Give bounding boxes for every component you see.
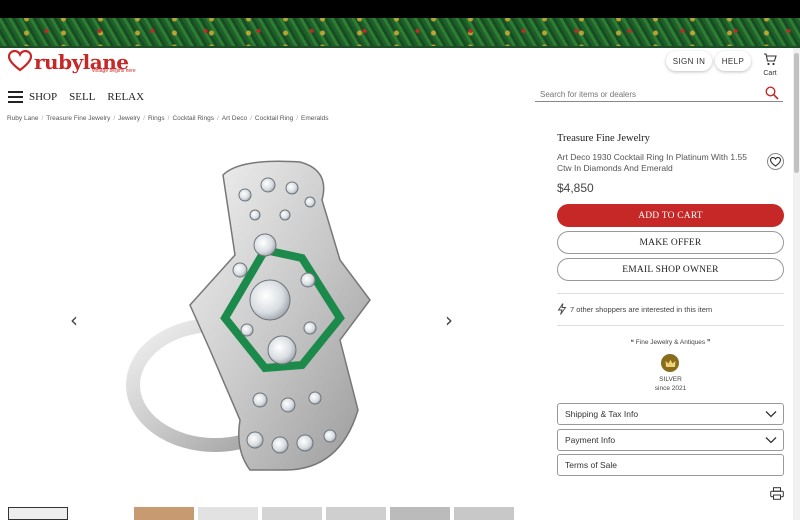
page-scrollbar[interactable]	[793, 48, 800, 520]
chevron-down-icon	[765, 437, 777, 444]
search-input[interactable]	[535, 86, 755, 99]
gallery-prev-chevron-left-icon[interactable]: ‹	[70, 310, 78, 330]
breadcrumb-item[interactable]: Cocktail Rings	[172, 115, 214, 122]
heart-icon	[770, 156, 781, 167]
lightning-icon	[557, 303, 567, 315]
shop-since: since 2021	[654, 385, 687, 392]
nav-shop[interactable]: SHOP	[29, 91, 57, 103]
accordion-label: Shipping & Tax Info	[565, 409, 639, 419]
silver-level-crown-icon	[661, 354, 679, 372]
breadcrumb: Ruby Lane / Treasure Fine Jewelry / Jewelr…	[7, 115, 328, 122]
breadcrumb-item[interactable]: Ruby Lane	[7, 115, 38, 122]
breadcrumb-item[interactable]: Rings	[148, 115, 165, 122]
nav-sell[interactable]: SELL	[69, 91, 95, 103]
breadcrumb-item[interactable]: Art Deco	[222, 115, 247, 122]
thumbnail[interactable]	[326, 507, 386, 520]
print-icon[interactable]	[770, 487, 784, 500]
breadcrumb-separator: /	[216, 115, 219, 122]
breadcrumb-item[interactable]: Treasure Fine Jewelry	[46, 115, 110, 122]
breadcrumb-separator: /	[296, 115, 299, 122]
thumbnail[interactable]	[454, 507, 514, 520]
nav-relax[interactable]: RELAX	[107, 91, 144, 103]
shop-level-label: SILVER	[659, 376, 682, 383]
thumbnail-selected[interactable]	[8, 507, 68, 520]
cart-button[interactable]: Cart	[760, 53, 780, 77]
divider	[557, 293, 784, 294]
rubylane-logo[interactable]: rubylane vintage begins here	[8, 50, 138, 80]
breadcrumb-item[interactable]: Jewelry	[118, 115, 140, 122]
divider	[557, 325, 784, 326]
thumbnail[interactable]	[262, 507, 322, 520]
email-shop-owner-button[interactable]: EMAIL SHOP OWNER	[557, 258, 784, 281]
logo-tagline: vintage begins here	[92, 68, 136, 74]
accordion-label: Payment Info	[565, 435, 616, 445]
shop-level: SILVER since 2021	[557, 375, 784, 393]
cart-icon	[764, 53, 777, 66]
payment-info-accordion[interactable]: Payment Info	[557, 429, 784, 451]
main-nav: SHOP SELL RELAX	[8, 91, 156, 103]
accordion-label: Terms of Sale	[565, 460, 617, 470]
seller-name[interactable]: Treasure Fine Jewelry	[557, 133, 650, 144]
breadcrumb-separator: /	[113, 115, 116, 122]
breadcrumb-item[interactable]: Cocktail Ring	[255, 115, 293, 122]
sign-in-button[interactable]: SIGN IN	[666, 51, 712, 71]
interest-notice: 7 other shoppers are interested in this …	[557, 303, 712, 315]
thumbnail[interactable]	[198, 507, 258, 520]
help-button[interactable]: HELP	[715, 51, 751, 71]
heart-logo-icon	[8, 50, 32, 72]
holiday-garland-banner	[0, 18, 800, 48]
scrollbar-thumb[interactable]	[794, 53, 799, 173]
product-image-ring[interactable]	[40, 140, 500, 490]
breadcrumb-separator: /	[41, 115, 44, 122]
chevron-down-icon	[765, 411, 777, 418]
garland-berries	[0, 18, 800, 46]
favorite-button[interactable]	[767, 153, 784, 170]
item-price: $4,850	[557, 181, 594, 195]
breadcrumb-separator: /	[250, 115, 252, 122]
terms-of-sale-link[interactable]: Terms of Sale	[557, 454, 784, 476]
cart-label: Cart	[763, 70, 777, 77]
shop-name[interactable]: ❝ Fine Jewelry & Antiques ❞	[557, 338, 784, 346]
add-to-cart-button[interactable]: ADD TO CART	[557, 204, 784, 227]
browser-top-bar	[0, 0, 800, 18]
make-offer-button[interactable]: MAKE OFFER	[557, 231, 784, 254]
search-bar	[535, 84, 783, 102]
breadcrumb-item[interactable]: Emeralds	[301, 115, 328, 122]
gallery-next-chevron-right-icon[interactable]: ›	[445, 310, 453, 330]
shipping-tax-accordion[interactable]: Shipping & Tax Info	[557, 403, 784, 425]
hamburger-menu-icon[interactable]	[8, 91, 23, 103]
thumbnail[interactable]	[134, 507, 194, 520]
search-icon[interactable]	[765, 86, 779, 100]
breadcrumb-separator: /	[167, 115, 170, 122]
breadcrumb-separator: /	[143, 115, 145, 122]
thumbnail[interactable]	[390, 507, 450, 520]
thumbnail-strip	[8, 507, 518, 520]
interest-text: 7 other shoppers are interested in this …	[570, 304, 713, 314]
item-title: Art Deco 1930 Cocktail Ring In Platinum …	[557, 152, 747, 173]
